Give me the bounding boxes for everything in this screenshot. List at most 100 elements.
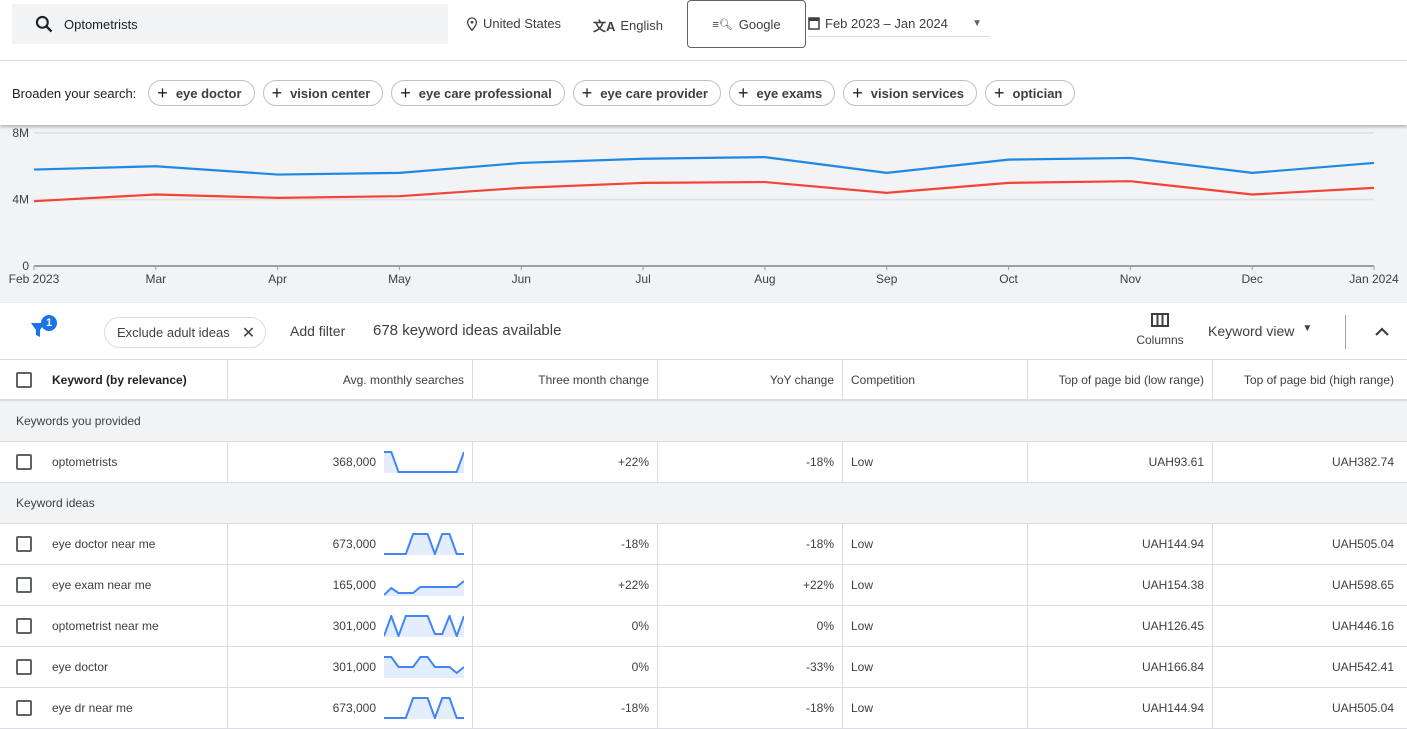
search-value: Optometrists <box>64 16 138 32</box>
keyword-text: eye exam near me <box>52 578 152 592</box>
column-header[interactable]: Top of page bid (high range) <box>1213 360 1407 399</box>
column-header-label: Three month change <box>538 372 649 387</box>
row-checkbox[interactable] <box>16 659 32 675</box>
table-row[interactable]: eye exam near me 165,000 +22% +22% Low U… <box>0 565 1407 606</box>
bid-high: UAH505.04 <box>1331 537 1394 551</box>
yoy-change: 0% <box>816 619 834 633</box>
x-tick-label: Sep <box>876 272 898 286</box>
bid-low: UAH154.38 <box>1141 578 1204 592</box>
row-checkbox[interactable] <box>16 536 32 552</box>
bid-high: UAH382.74 <box>1331 455 1394 469</box>
x-tick-label: May <box>388 272 411 286</box>
trend-sparkline <box>384 656 464 678</box>
select-all-checkbox[interactable] <box>16 371 32 388</box>
chip-label: vision services <box>870 85 965 101</box>
trend-sparkline <box>384 533 464 555</box>
column-header-label: Keyword (by relevance) <box>52 372 187 387</box>
broaden-chip[interactable]: + vision center <box>262 80 384 106</box>
keyword-count: 678 keyword ideas available <box>373 322 562 339</box>
trend-sparkline <box>384 580 464 596</box>
y-tick-label: 0 <box>22 259 29 273</box>
plus-icon: + <box>994 83 1005 103</box>
avg-monthly-searches: 368,000 <box>332 455 376 469</box>
columns-icon <box>1151 313 1169 327</box>
competition: Low <box>851 701 874 715</box>
x-tick-label: Dec <box>1242 272 1263 286</box>
column-header[interactable]: Top of page bid (low range) <box>1028 360 1213 399</box>
language-button[interactable]: 文A English <box>593 16 663 35</box>
broaden-chip[interactable]: + eye care professional <box>391 80 565 106</box>
competition: Low <box>851 537 874 551</box>
column-header-label: Avg. monthly searches <box>342 372 464 387</box>
plus-icon: + <box>852 83 863 103</box>
competition: Low <box>851 660 874 674</box>
broaden-chip[interactable]: + vision services <box>843 80 978 106</box>
table-header: Keyword (by relevance) Avg. monthly searc… <box>0 360 1407 401</box>
x-tick-label: Jan 2024 <box>1349 272 1399 286</box>
competition: Low <box>851 455 874 469</box>
column-header[interactable]: Avg. monthly searches <box>228 360 473 399</box>
table-row[interactable]: eye doctor near me 673,000 -18% -18% Low… <box>0 524 1407 565</box>
series-line-0 <box>33 156 1375 176</box>
plus-icon: + <box>271 83 283 103</box>
bid-low: UAH93.61 <box>1148 455 1204 469</box>
search-input[interactable]: Optometrists <box>12 4 448 44</box>
table-row[interactable]: optometrist near me 301,000 0% 0% Low UA… <box>0 606 1407 647</box>
plus-icon: + <box>157 83 168 103</box>
bid-high: UAH542.41 <box>1331 660 1394 674</box>
x-tick-label: Oct <box>999 272 1018 286</box>
broaden-chip[interactable]: + eye care provider <box>572 80 721 106</box>
exclude-adult-chip[interactable]: Exclude adult ideas ✕ <box>104 317 267 348</box>
column-header[interactable]: Three month change <box>473 360 658 399</box>
chip-label: optician <box>1012 85 1063 101</box>
column-header[interactable]: Keyword (by relevance) <box>0 360 228 399</box>
keyword-view-select[interactable]: Keyword view ▼ <box>1208 323 1312 339</box>
columns-button[interactable]: Columns <box>1132 313 1188 347</box>
broaden-chip[interactable]: + eye exams <box>728 80 836 106</box>
yoy-change: -18% <box>805 701 834 715</box>
row-checkbox[interactable] <box>16 618 32 634</box>
column-header[interactable]: Competition <box>843 360 1028 399</box>
column-header-label: YoY change <box>769 372 834 387</box>
location-pin-icon <box>466 16 478 31</box>
close-icon[interactable]: ✕ <box>242 323 255 343</box>
chevron-up-icon[interactable] <box>1374 325 1390 337</box>
x-tick-label: Aug <box>754 272 775 286</box>
avg-monthly-searches: 165,000 <box>332 578 376 592</box>
column-header[interactable]: YoY change <box>658 360 843 399</box>
row-checkbox[interactable] <box>16 454 32 470</box>
broaden-chip[interactable]: + eye doctor <box>148 80 255 106</box>
yoy-change: -33% <box>805 660 834 674</box>
row-checkbox[interactable] <box>16 577 32 593</box>
x-tick-label: Nov <box>1120 272 1141 286</box>
plus-icon: + <box>581 83 593 103</box>
location-button[interactable]: United States <box>466 16 561 31</box>
network-button[interactable]: ≡🔍︎ Google <box>687 0 806 48</box>
column-header-label: Top of page bid (low range) <box>1058 372 1204 387</box>
keyword-table: Keyword (by relevance) Avg. monthly searc… <box>0 360 1407 729</box>
dropdown-arrow-icon: ▼ <box>972 17 982 29</box>
keyword-text: eye dr near me <box>52 701 133 715</box>
table-row[interactable]: optometrists 368,000 +22% -18% Low UAH93… <box>0 442 1407 483</box>
three-month-change: 0% <box>631 619 649 633</box>
add-filter-button[interactable]: Add filter <box>290 323 345 339</box>
bid-low: UAH126.45 <box>1141 619 1204 633</box>
row-checkbox[interactable] <box>16 700 32 716</box>
calendar-icon <box>808 17 820 30</box>
broaden-chip[interactable]: + optician <box>985 80 1076 106</box>
filter-button[interactable]: 1 <box>30 315 57 342</box>
table-row[interactable]: eye doctor 301,000 0% -33% Low UAH166.84… <box>0 647 1407 688</box>
avg-monthly-searches: 301,000 <box>332 660 376 674</box>
table-row[interactable]: eye dr near me 673,000 -18% -18% Low UAH… <box>0 688 1407 729</box>
search-volume-chart: 0 4M 8M Feb 2023 Mar Apr May Jun Jul Aug Sep Oct Nov… <box>0 125 1407 302</box>
competition: Low <box>851 578 874 592</box>
x-tick-label: Apr <box>268 272 287 286</box>
date-range-select[interactable]: Feb 2023 – Jan 2024 ▼ <box>808 10 990 37</box>
group-label: Keyword ideas <box>16 496 95 510</box>
translate-icon: 文A <box>593 19 616 34</box>
columns-label: Columns <box>1136 333 1184 347</box>
chip-label: eye care professional <box>418 85 552 101</box>
plus-icon: + <box>737 83 749 103</box>
group-header-provided: Keywords you provided <box>0 401 1407 442</box>
filter-bar: 1 Exclude adult ideas ✕ Add filter 678 k… <box>0 302 1407 360</box>
